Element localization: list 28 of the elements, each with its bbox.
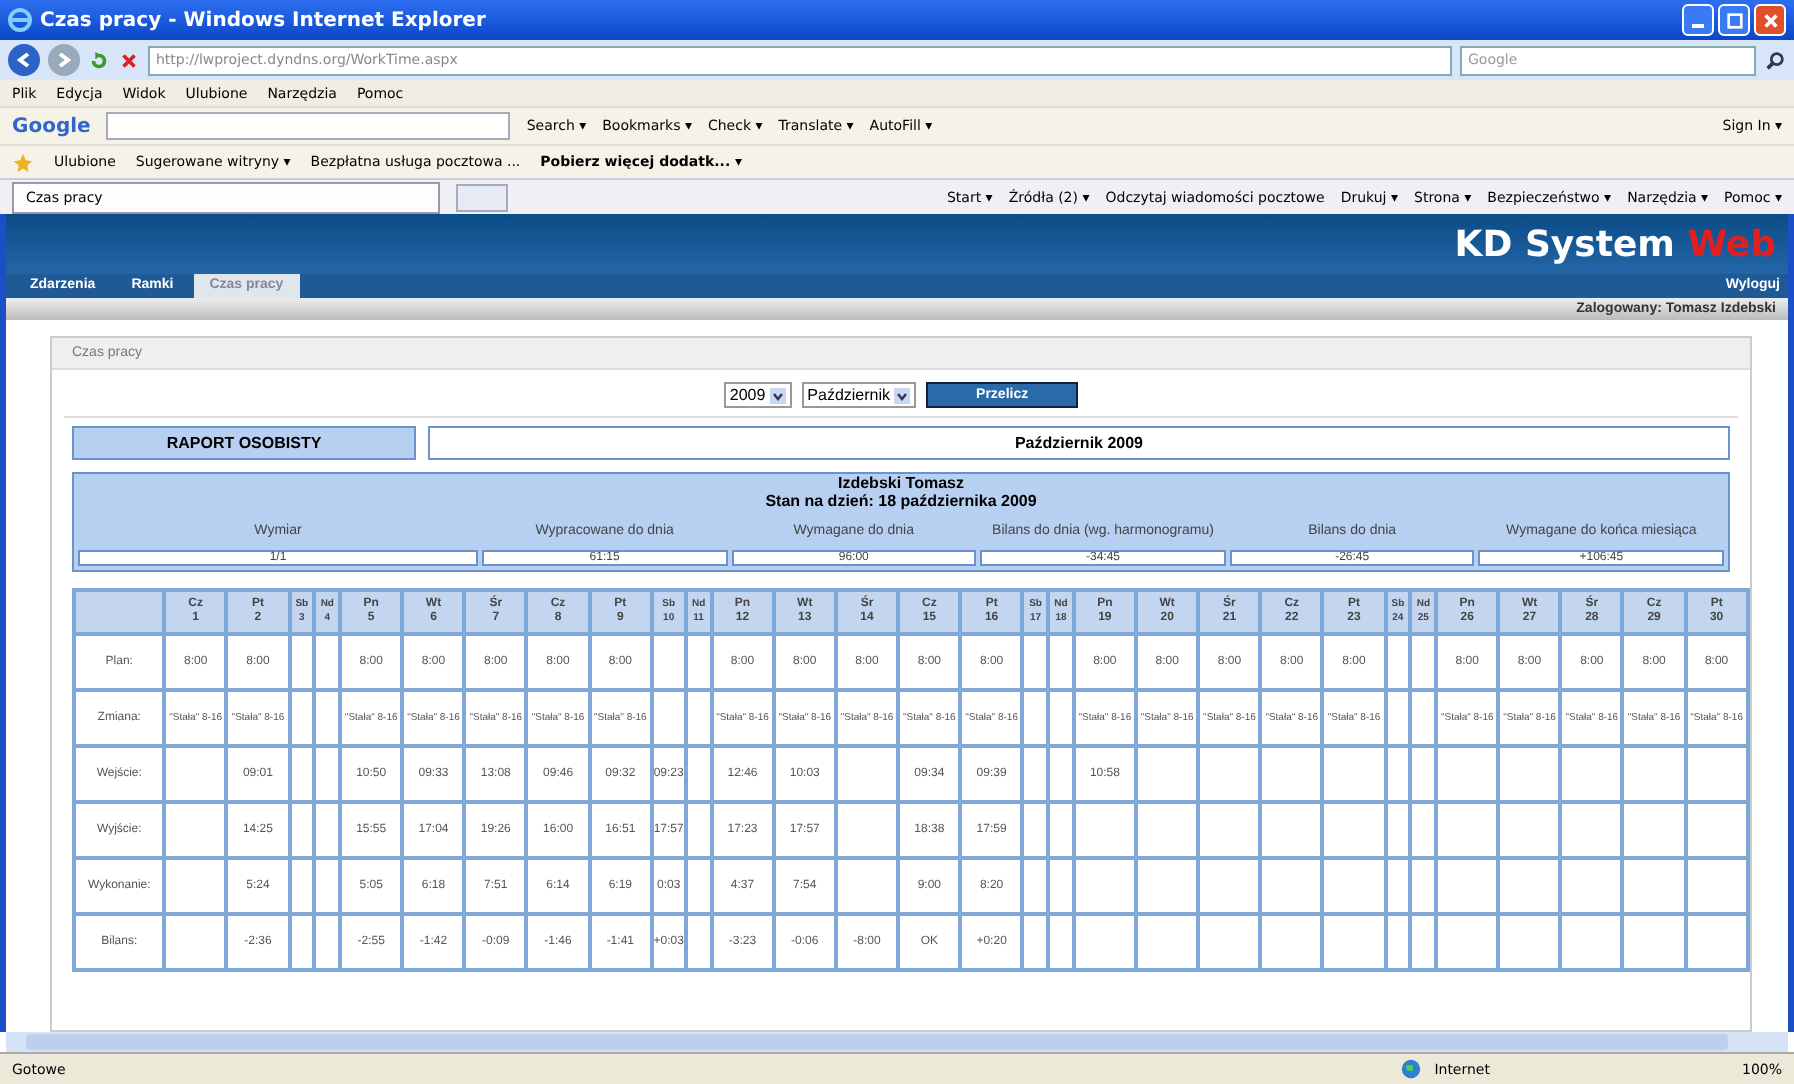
globe-icon (1400, 1058, 1423, 1080)
report-period: Październik 2009 (428, 426, 1730, 460)
month-dropdown[interactable]: Październik (801, 382, 917, 408)
close-icon (1761, 11, 1779, 29)
google-toolbar-logo: Google (12, 115, 91, 137)
window-title: Czas pracy - Windows Internet Explorer (40, 9, 488, 31)
maximize-icon (1725, 11, 1743, 29)
maximize-button[interactable] (1718, 4, 1750, 36)
refresh-icon[interactable] (88, 49, 110, 71)
google-search-field[interactable] (106, 112, 511, 140)
as-of-date: Stan na dzień: 18 października 2009 (763, 492, 1039, 510)
search-icon[interactable] (1764, 49, 1786, 71)
minimize-button[interactable] (1682, 4, 1714, 36)
dropdown-arrow-icon (769, 387, 786, 403)
new-tab-button[interactable] (456, 183, 508, 211)
browser-logo-icon (8, 8, 32, 32)
report-label: RAPORT OSOBISTY (72, 426, 416, 460)
back-button[interactable] (8, 44, 40, 76)
stop-icon[interactable] (118, 49, 140, 71)
employee-name: Izdebski Tomasz (836, 474, 966, 492)
app-logo: KD System Web (1454, 223, 1776, 265)
year-dropdown[interactable]: 2009 (723, 382, 792, 408)
forward-button[interactable] (48, 44, 80, 76)
horizontal-scrollbar[interactable] (6, 1032, 1788, 1052)
dropdown-arrow-icon (894, 387, 911, 403)
star-icon (12, 151, 34, 173)
close-button[interactable] (1754, 4, 1786, 36)
minimize-icon (1692, 23, 1704, 27)
